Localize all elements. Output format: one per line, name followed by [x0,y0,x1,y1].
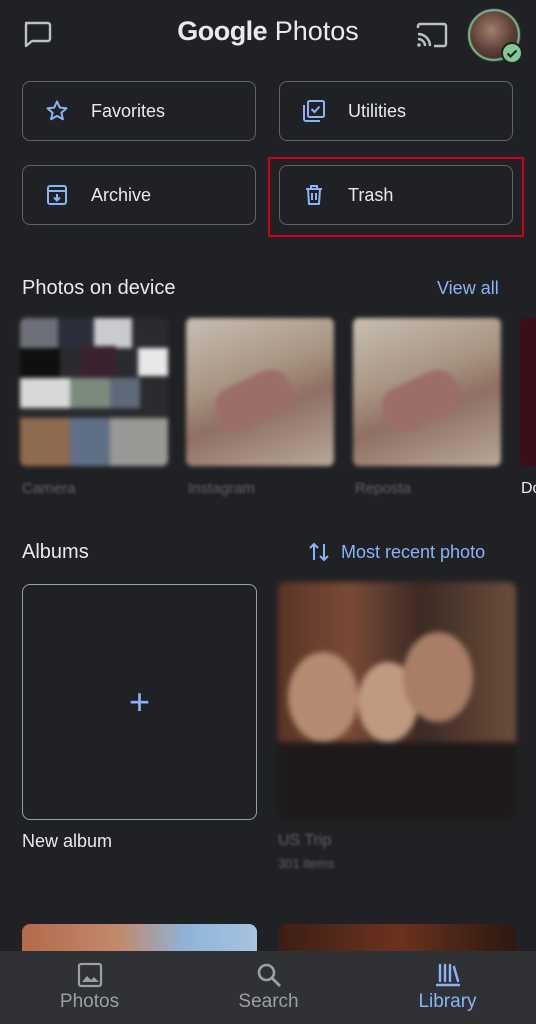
albums-heading: Albums [22,541,89,563]
album-cover-partial[interactable] [22,924,257,954]
archive-icon [45,183,69,207]
device-folder-instagram-thumb[interactable] [186,318,334,466]
brand-google: Google [177,16,268,46]
trash-button[interactable]: Trash [279,165,513,225]
album-title: US Trip [278,832,332,849]
verified-check-icon [501,42,523,64]
favorites-label: Favorites [91,100,166,121]
bottom-navigation: Photos Search Library [0,951,536,1024]
library-icon [434,961,462,989]
star-icon [45,99,69,123]
device-folder-reposta-thumb[interactable] [353,318,501,466]
device-folder-partial-thumb[interactable] [520,318,536,466]
cast-icon[interactable] [416,22,448,48]
top-app-bar: Google Photos [0,0,536,72]
nav-photos[interactable]: Photos [0,951,179,1024]
utilities-button[interactable]: Utilities [279,81,513,141]
album-cover-us-trip[interactable] [278,582,516,820]
device-folder-caption: Camera [22,480,76,497]
device-folder-caption: Do [521,480,536,497]
nav-search[interactable]: Search [179,951,358,1024]
new-album-label: New album [22,831,113,851]
search-icon [255,961,283,989]
album-cover-partial[interactable] [279,924,516,954]
utilities-label: Utilities [348,100,407,121]
archive-label: Archive [91,184,152,205]
device-folder-camera-thumb[interactable] [20,318,168,466]
album-count: 301 items [278,856,335,871]
view-all-link[interactable]: View all [437,278,499,299]
sort-albums-button[interactable]: Most recent photo [341,542,485,563]
utilities-icon [302,99,326,123]
plus-icon: + [128,681,151,722]
app-title: Google Photos [0,16,536,47]
photo-icon [76,961,104,989]
nav-photos-label: Photos [59,991,120,1012]
favorites-button[interactable]: Favorites [22,81,256,141]
avatar[interactable] [468,9,523,64]
trash-icon [302,183,326,207]
nav-library[interactable]: Library [358,951,536,1024]
trash-label: Trash [348,184,394,205]
nav-search-label: Search [238,991,299,1012]
device-folder-caption: Instagram [188,480,255,497]
archive-button[interactable]: Archive [22,165,256,225]
nav-library-label: Library [418,991,477,1012]
brand-photos: Photos [274,16,359,46]
new-album-button[interactable]: + [22,584,257,820]
device-folder-caption: Reposta [355,480,411,497]
sort-icon[interactable] [308,540,330,564]
photos-on-device-heading: Photos on device [22,277,176,299]
